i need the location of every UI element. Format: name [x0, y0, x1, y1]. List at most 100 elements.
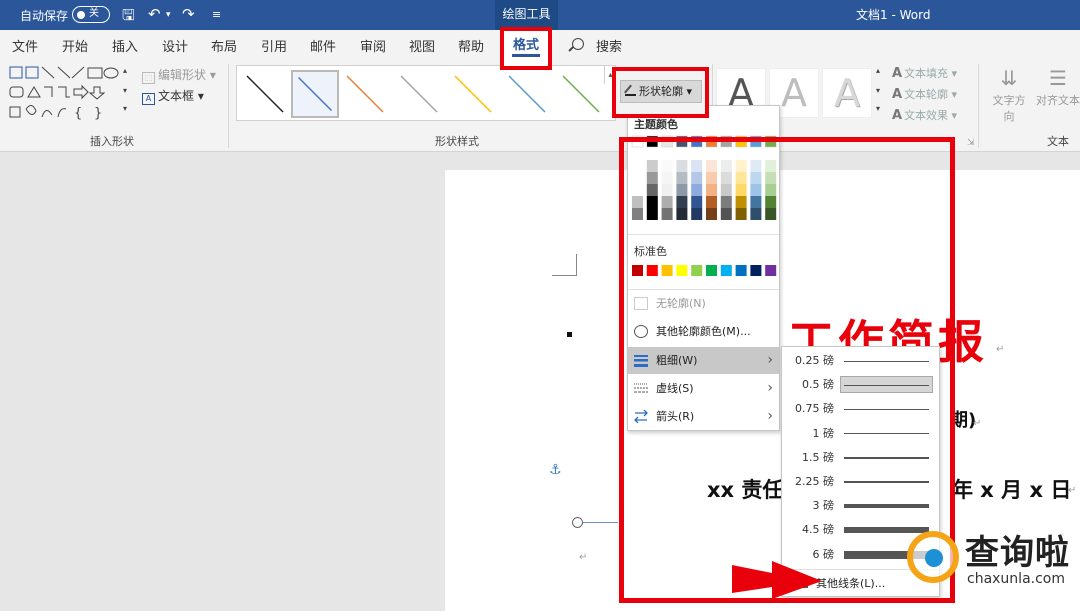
- theme-color-swatch[interactable]: [720, 135, 733, 148]
- theme-shade-swatch[interactable]: [750, 196, 762, 208]
- theme-shade-swatch[interactable]: [765, 184, 777, 196]
- theme-shade-swatch[interactable]: [632, 172, 643, 184]
- tab-mailings[interactable]: 邮件: [310, 36, 336, 55]
- text-direction-button[interactable]: ⇊ 文字方向: [988, 64, 1030, 124]
- theme-color-swatch[interactable]: [690, 135, 703, 148]
- theme-shade-swatch[interactable]: [735, 184, 747, 196]
- theme-shade-swatch[interactable]: [720, 172, 732, 184]
- tab-layout[interactable]: 布局: [211, 36, 237, 55]
- theme-color-swatch[interactable]: [705, 135, 718, 148]
- tab-view[interactable]: 视图: [409, 36, 435, 55]
- autosave-toggle[interactable]: 关: [72, 6, 110, 23]
- theme-shade-swatch[interactable]: [750, 172, 762, 184]
- theme-shade-swatch[interactable]: [706, 208, 717, 220]
- theme-color-swatch[interactable]: [646, 135, 659, 148]
- theme-color-swatch[interactable]: [661, 135, 673, 148]
- theme-shade-swatch[interactable]: [646, 196, 658, 208]
- tab-format[interactable]: 格式: [500, 27, 552, 70]
- selection-handle[interactable]: [567, 332, 572, 337]
- shape-outline-button[interactable]: 形状轮廓 ▾: [620, 80, 702, 103]
- wordart-expand-icon[interactable]: ▾: [876, 104, 880, 113]
- theme-shade-swatch[interactable]: [646, 172, 658, 184]
- standard-color-swatch[interactable]: [646, 265, 658, 276]
- wordart-style-outline[interactable]: A: [822, 68, 872, 118]
- tab-search[interactable]: 搜索: [596, 36, 622, 55]
- theme-shade-swatch[interactable]: [646, 208, 658, 220]
- tab-design[interactable]: 设计: [162, 36, 188, 55]
- standard-color-swatch[interactable]: [720, 265, 732, 276]
- tab-review[interactable]: 审阅: [360, 36, 386, 55]
- tab-help[interactable]: 帮助: [458, 36, 484, 55]
- shape-style-gallery[interactable]: [236, 65, 616, 121]
- theme-shade-swatch[interactable]: [661, 160, 673, 172]
- customize-toolbar-icon[interactable]: ≡: [212, 8, 221, 21]
- theme-color-swatch[interactable]: [631, 135, 644, 148]
- standard-color-swatch[interactable]: [706, 265, 717, 276]
- theme-shade-swatch[interactable]: [676, 172, 688, 184]
- theme-shade-swatch[interactable]: [661, 208, 673, 220]
- save-icon[interactable]: 🖫: [122, 5, 135, 30]
- theme-shade-swatch[interactable]: [661, 172, 673, 184]
- theme-shade-swatch[interactable]: [706, 160, 717, 172]
- gallery-scroll-up-icon[interactable]: ▴: [123, 66, 127, 75]
- theme-shade-swatch[interactable]: [632, 184, 643, 196]
- theme-shade-swatch[interactable]: [676, 160, 688, 172]
- theme-color-swatch[interactable]: [750, 135, 762, 148]
- theme-shade-swatch[interactable]: [676, 196, 688, 208]
- weight-option[interactable]: 3 磅: [782, 494, 939, 518]
- theme-color-swatch[interactable]: [764, 135, 777, 148]
- standard-color-swatch[interactable]: [691, 265, 703, 276]
- weight-option[interactable]: 1.5 磅: [782, 446, 939, 470]
- undo-dropdown-icon[interactable]: ▾: [166, 10, 171, 20]
- edit-shape-button[interactable]: ⬚ 编辑形状 ▾: [142, 66, 216, 84]
- theme-color-swatch[interactable]: [735, 135, 747, 148]
- theme-shade-swatch[interactable]: [691, 208, 703, 220]
- line-endpoint-handle[interactable]: [572, 517, 583, 528]
- wordart-scroll-up-icon[interactable]: ▴: [876, 66, 880, 75]
- theme-shade-swatch[interactable]: [750, 160, 762, 172]
- standard-color-swatch[interactable]: [765, 265, 777, 276]
- weight-option[interactable]: 1 磅: [782, 422, 939, 446]
- theme-shade-swatch[interactable]: [735, 160, 747, 172]
- theme-shade-swatch[interactable]: [720, 208, 732, 220]
- theme-shade-swatch[interactable]: [676, 208, 688, 220]
- theme-shade-swatch[interactable]: [765, 172, 777, 184]
- gallery-scroll-down-icon[interactable]: ▾: [123, 86, 127, 95]
- theme-shade-swatch[interactable]: [676, 184, 688, 196]
- standard-color-swatch[interactable]: [676, 265, 688, 276]
- line-shape[interactable]: [578, 522, 618, 523]
- theme-shade-swatch[interactable]: [632, 196, 643, 208]
- tab-home[interactable]: 开始: [62, 36, 88, 55]
- theme-shade-swatch[interactable]: [750, 184, 762, 196]
- standard-color-swatch[interactable]: [750, 265, 762, 276]
- theme-shade-swatch[interactable]: [720, 160, 732, 172]
- shape-gallery[interactable]: {}: [8, 65, 132, 121]
- shape-style-swatch[interactable]: [503, 70, 551, 118]
- theme-shade-swatch[interactable]: [646, 160, 658, 172]
- shape-style-swatch-selected[interactable]: [291, 70, 339, 118]
- arrows-item[interactable]: 箭头(R) ›: [628, 403, 779, 430]
- wordart-scroll-down-icon[interactable]: ▾: [876, 86, 880, 95]
- undo-icon[interactable]: ↶: [148, 5, 161, 23]
- shape-style-swatch[interactable]: [449, 70, 497, 118]
- theme-color-swatch[interactable]: [676, 135, 688, 148]
- theme-shade-swatch[interactable]: [691, 172, 703, 184]
- shape-style-swatch[interactable]: [557, 70, 605, 118]
- tab-references[interactable]: 引用: [261, 36, 287, 55]
- theme-shade-swatch[interactable]: [632, 160, 643, 172]
- search-icon[interactable]: [572, 38, 584, 50]
- tab-file[interactable]: 文件: [12, 36, 38, 55]
- theme-color-grid[interactable]: [628, 132, 781, 224]
- theme-shade-swatch[interactable]: [661, 196, 673, 208]
- dialog-launcher-icon[interactable]: ⇲: [967, 138, 975, 148]
- text-box-button[interactable]: A 文本框 ▾: [142, 87, 204, 105]
- weight-option[interactable]: 0.5 磅: [782, 373, 939, 397]
- theme-shade-swatch[interactable]: [706, 196, 717, 208]
- shape-style-swatch[interactable]: [395, 70, 443, 118]
- theme-shade-swatch[interactable]: [720, 196, 732, 208]
- theme-shade-swatch[interactable]: [735, 172, 747, 184]
- more-outline-colors-item[interactable]: 其他轮廓颜色(M)...: [628, 318, 779, 345]
- gallery-expand-icon[interactable]: ▾: [123, 104, 127, 113]
- redo-icon[interactable]: ↷: [182, 5, 195, 23]
- standard-color-swatch[interactable]: [735, 265, 747, 276]
